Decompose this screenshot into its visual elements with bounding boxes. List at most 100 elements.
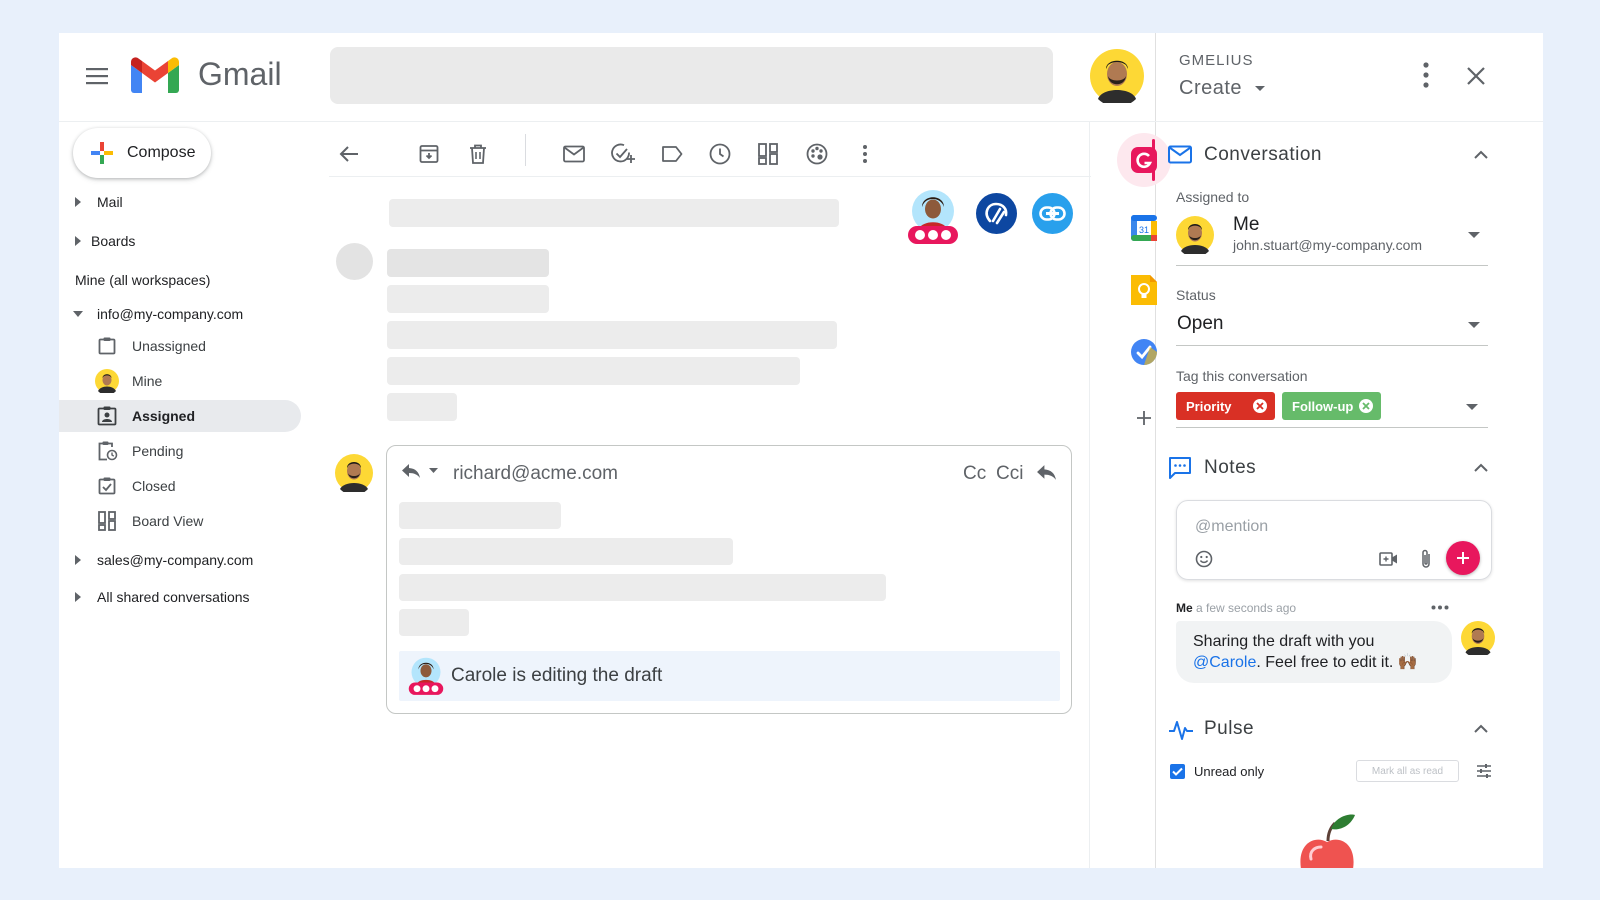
attachment-icon[interactable]	[1420, 548, 1432, 570]
message-line-placeholder	[387, 285, 549, 313]
unread-only-checkbox[interactable]	[1170, 764, 1185, 779]
caret-down-icon	[1255, 85, 1266, 91]
keep-icon[interactable]	[1127, 273, 1161, 307]
sidebar-item-assigned[interactable]: Assigned	[59, 400, 301, 432]
sidebar-item-unassigned[interactable]: Unassigned	[59, 330, 301, 362]
chevron-up-icon[interactable]	[1474, 463, 1488, 472]
search-bar[interactable]	[330, 47, 1053, 104]
tasks-icon[interactable]	[1127, 335, 1161, 369]
assigned-icon	[97, 406, 117, 426]
pulse-title: Pulse	[1204, 718, 1255, 739]
grammarly-icon[interactable]	[976, 193, 1017, 234]
mail-icon[interactable]	[561, 141, 587, 167]
palette-icon[interactable]	[804, 141, 830, 167]
add-task-icon[interactable]	[610, 141, 636, 167]
video-icon[interactable]	[1379, 551, 1398, 567]
reply-box[interactable]: richard@acme.com Cc Cci Carole is editin…	[386, 445, 1072, 714]
svg-text:31: 31	[1139, 225, 1149, 235]
note-text-line2: @Carole. Feel free to edit it. 🙌🏾	[1193, 652, 1452, 673]
sender-avatar-placeholder	[336, 243, 373, 280]
carole-avatar[interactable]	[906, 189, 960, 247]
nav-account-sales-label: sales@my-company.com	[97, 552, 254, 568]
note-author: Me	[1176, 601, 1193, 615]
sidebar-item-mine[interactable]: Mine	[59, 365, 301, 397]
create-dropdown[interactable]: Create	[1179, 77, 1266, 100]
unread-only-label: Unread only	[1194, 764, 1265, 779]
main-menu-icon[interactable]	[86, 67, 110, 85]
sidebar-item-closed[interactable]: Closed	[59, 470, 301, 502]
tag-label: Tag this conversation	[1176, 368, 1308, 384]
status-dropdown[interactable]: Open	[1176, 309, 1488, 346]
mark-all-read-button[interactable]: Mark all as read	[1356, 760, 1459, 782]
subject-placeholder	[389, 199, 839, 227]
status-value: Open	[1177, 313, 1224, 334]
note-meta: Me a few seconds ago	[1176, 601, 1296, 615]
caret-down-icon	[1468, 322, 1480, 328]
assignee-email: john.stuart@my-company.com	[1233, 237, 1423, 253]
reply-to-field[interactable]: richard@acme.com	[453, 463, 618, 485]
note-text-line1: Sharing the draft with you	[1193, 633, 1375, 650]
tag-select[interactable]: Priority Follow-up	[1176, 389, 1488, 428]
note-input[interactable]: @mention	[1195, 518, 1268, 536]
gmail-logo-icon[interactable]	[131, 57, 179, 93]
reply-icon[interactable]	[1036, 464, 1057, 481]
pulse-section-header[interactable]: Pulse	[1168, 715, 1490, 745]
message-line-placeholder	[387, 321, 837, 349]
mail-icon	[1168, 145, 1192, 164]
message-line-placeholder	[387, 357, 800, 385]
message-line-placeholder	[387, 249, 549, 277]
remove-tag-icon[interactable]	[1359, 399, 1373, 413]
emoji-icon[interactable]	[1195, 550, 1213, 568]
draft-line-placeholder	[399, 502, 561, 529]
more-vert-icon[interactable]	[1422, 61, 1430, 89]
more-vert-icon[interactable]	[852, 141, 878, 167]
back-arrow-icon[interactable]	[336, 141, 362, 167]
close-icon[interactable]	[1466, 66, 1486, 86]
cci-button[interactable]: Cci	[996, 463, 1023, 485]
assignee-dropdown[interactable]: Me john.stuart@my-company.com	[1176, 211, 1488, 266]
add-note-button[interactable]	[1446, 541, 1480, 575]
nav-boards-label: Boards	[91, 233, 136, 249]
tag-follow-up[interactable]: Follow-up	[1282, 392, 1381, 420]
note-composer[interactable]: @mention	[1176, 500, 1492, 580]
snooze-clock-icon[interactable]	[707, 141, 733, 167]
more-horiz-icon[interactable]	[1431, 605, 1449, 610]
sidebar-item-label: Pending	[132, 443, 184, 459]
plus-icon	[91, 142, 113, 164]
calendar-icon[interactable]: 31	[1127, 211, 1161, 245]
delete-icon[interactable]	[465, 141, 491, 167]
nav-account-sales[interactable]: sales@my-company.com	[59, 544, 299, 576]
reply-type-dropdown[interactable]	[401, 463, 438, 479]
compose-button[interactable]: Compose	[73, 128, 211, 178]
nav-boards[interactable]: Boards	[59, 225, 299, 257]
sidebar-item-board-view[interactable]: Board View	[59, 505, 301, 537]
sidebar-item-pending[interactable]: Pending	[59, 435, 301, 467]
remove-tag-icon[interactable]	[1253, 399, 1267, 413]
sidebar-item-label: Mine	[132, 373, 163, 389]
nav-account-info[interactable]: info@my-company.com	[59, 298, 299, 330]
nav-mine-all[interactable]: Mine (all workspaces)	[59, 264, 299, 296]
board-view-icon[interactable]	[755, 141, 781, 167]
chevron-up-icon[interactable]	[1474, 150, 1488, 159]
filter-settings-icon[interactable]	[1476, 763, 1492, 779]
conversation-section-header[interactable]: Conversation	[1168, 141, 1490, 171]
tag-priority[interactable]: Priority	[1176, 392, 1275, 420]
sidebar-item-label: Assigned	[132, 408, 196, 424]
link-icon[interactable]	[1032, 193, 1073, 234]
reply-sender-avatar	[335, 454, 373, 492]
add-addon-icon[interactable]	[1127, 401, 1161, 435]
archive-icon[interactable]	[416, 141, 442, 167]
notes-section-header[interactable]: Notes	[1168, 454, 1490, 484]
plus-icon	[1457, 552, 1469, 564]
gmelius-addon-tab[interactable]	[1117, 133, 1171, 187]
label-icon[interactable]	[659, 141, 685, 167]
cc-button[interactable]: Cc	[963, 463, 986, 485]
chevron-up-icon[interactable]	[1474, 724, 1488, 733]
account-avatar[interactable]	[1090, 49, 1144, 103]
nav-mail[interactable]: Mail	[59, 186, 299, 218]
draft-line-placeholder	[399, 609, 469, 636]
mention-link[interactable]: @Carole	[1193, 654, 1256, 671]
nav-shared[interactable]: All shared conversations	[59, 581, 299, 613]
closed-icon	[98, 477, 116, 495]
pulse-icon	[1169, 721, 1193, 740]
